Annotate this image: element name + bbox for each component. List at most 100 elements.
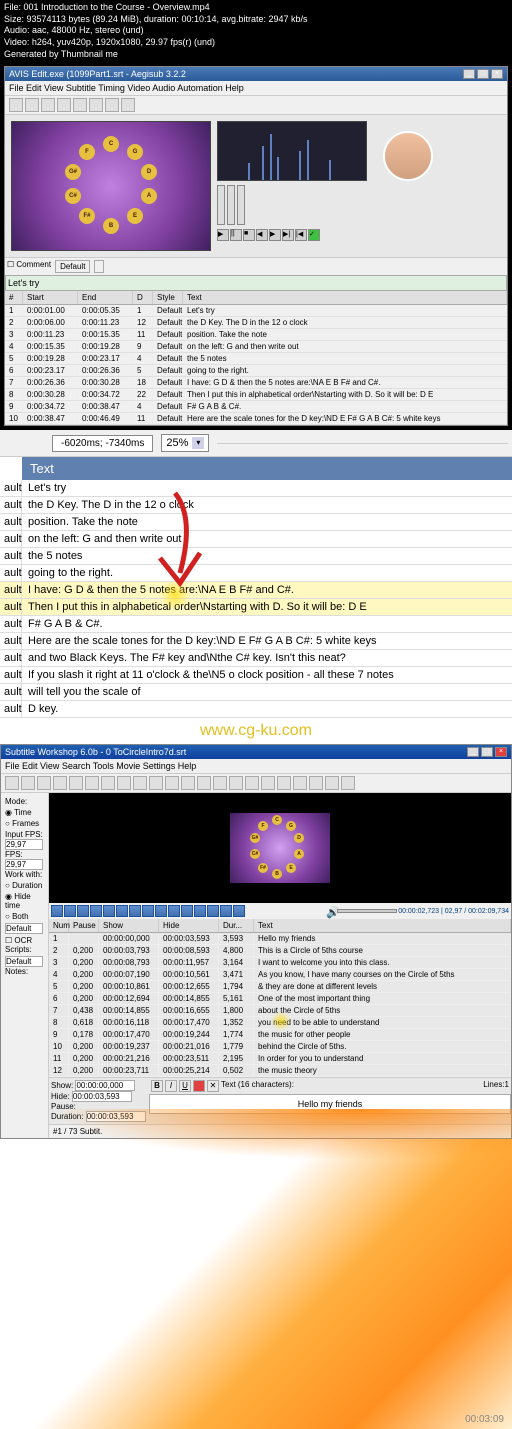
toolbar-button[interactable] — [9, 98, 23, 112]
control-button[interactable] — [194, 905, 206, 917]
text-row[interactable]: aultthe D Key. The D in the 12 o clock — [0, 497, 512, 514]
sw-subtitle-row[interactable]: 20,20000:00:03,79300:00:08,5934,800This … — [49, 945, 511, 957]
comment-checkbox[interactable]: ☐ Comment — [7, 260, 51, 273]
both-radio[interactable]: ○ Both — [5, 912, 44, 921]
volume-slider[interactable] — [337, 909, 397, 913]
open-button[interactable] — [21, 776, 35, 790]
play-button[interactable]: ▶ — [217, 229, 229, 241]
new-button[interactable] — [5, 776, 19, 790]
zoom-select[interactable]: 25% ▾ — [161, 434, 209, 452]
text-row[interactable]: aultIf you slash it right at 11 o'clock … — [0, 667, 512, 684]
prev-button[interactable]: ◀ — [256, 229, 268, 241]
text-row[interactable]: aultwill tell you the scale of — [0, 684, 512, 701]
toolbar-button[interactable] — [121, 98, 135, 112]
maximize-button[interactable]: □ — [481, 747, 493, 757]
subtitle-row[interactable]: 50:00:19.280:00:23.174Defaultthe 5 notes — [5, 353, 507, 365]
waveform-display[interactable] — [218, 122, 366, 180]
sw-subtitle-row[interactable]: 80,61800:00:16,11800:00:17,4701,352you n… — [49, 1017, 511, 1029]
fps-field[interactable] — [5, 859, 43, 870]
toolbar-button[interactable] — [277, 776, 291, 790]
sw-subtitle-row[interactable]: 50,20000:00:10,86100:00:12,6551,794& the… — [49, 981, 511, 993]
pause-button[interactable]: || — [230, 229, 242, 241]
hide-radio[interactable]: ◉ Hide time — [5, 892, 44, 910]
clear-button[interactable]: ✕ — [207, 1080, 219, 1092]
skip-button[interactable]: |◀ — [295, 229, 307, 241]
underline-button[interactable]: U — [179, 1080, 191, 1092]
close-button[interactable]: × — [495, 747, 507, 757]
subtitle-row[interactable]: 70:00:26.360:00:30.2818DefaultI have: G … — [5, 377, 507, 389]
settings-button[interactable] — [245, 776, 259, 790]
text-row[interactable]: aultD key. — [0, 701, 512, 718]
text-row[interactable]: aultF# G A B & C#. — [0, 616, 512, 633]
toolbar-button[interactable] — [341, 776, 355, 790]
toolbar-button[interactable] — [41, 98, 55, 112]
control-button[interactable] — [142, 905, 154, 917]
frames-radio[interactable]: ○ Frames — [5, 819, 44, 828]
save-button[interactable] — [37, 776, 51, 790]
volume-icon[interactable]: 🔊 — [326, 906, 336, 916]
prev-sub-button[interactable] — [116, 905, 128, 917]
ocr-select[interactable] — [5, 956, 43, 967]
text-row[interactable]: aultThen I put this in alphabetical orde… — [0, 599, 512, 616]
sw-subtitle-row[interactable]: 120,20000:00:23,71100:00:25,2140,502the … — [49, 1065, 511, 1077]
toolbar-button[interactable] — [261, 776, 275, 790]
bold-button[interactable]: B — [151, 1080, 163, 1092]
sw-subtitle-row[interactable]: 100:00:00,00000:00:03,5933,593Hello my f… — [49, 933, 511, 945]
text-row[interactable]: aultthe 5 notes — [0, 548, 512, 565]
sw-menubar[interactable]: File Edit View Search Tools Movie Settin… — [1, 759, 511, 774]
toolbar-button[interactable] — [57, 98, 71, 112]
show-time-input[interactable] — [75, 1080, 135, 1091]
control-button[interactable] — [220, 905, 232, 917]
sw-subtitle-row[interactable]: 90,17800:00:17,47000:00:19,2441,774the m… — [49, 1029, 511, 1041]
vertical-slider[interactable] — [217, 185, 225, 225]
aegisub-menubar[interactable]: File Edit View Subtitle Timing Video Aud… — [5, 81, 507, 96]
toolbar-button[interactable] — [197, 776, 211, 790]
text-row[interactable]: aultand two Black Keys. The F# key and\N… — [0, 650, 512, 667]
toolbar-button[interactable] — [53, 776, 67, 790]
main-video-preview[interactable]: C G D A E B F# C# G# F — [11, 121, 211, 251]
input-fps-field[interactable] — [5, 839, 43, 850]
undo-button[interactable] — [133, 776, 147, 790]
text-row[interactable]: aulton the left: G and then write out — [0, 531, 512, 548]
toolbar-button[interactable] — [101, 776, 115, 790]
pause-button[interactable] — [64, 905, 76, 917]
minimize-button[interactable]: _ — [467, 747, 479, 757]
text-row[interactable]: aultLet's try — [0, 480, 512, 497]
subtitle-row[interactable]: 30:00:11.230:00:15.3511Defaultposition. … — [5, 329, 507, 341]
toolbar-button[interactable] — [325, 776, 339, 790]
sw-subtitle-row[interactable]: 40,20000:00:07,19000:00:10,5613,471As yo… — [49, 969, 511, 981]
toolbar-button[interactable] — [309, 776, 323, 790]
toolbar-button[interactable] — [25, 98, 39, 112]
subtitle-row[interactable]: 20:00:06.000:00:11.2312Defaultthe D Key.… — [5, 317, 507, 329]
toolbar-button[interactable] — [165, 776, 179, 790]
control-button[interactable] — [181, 905, 193, 917]
next-sub-button[interactable] — [129, 905, 141, 917]
stop-button[interactable]: ■ — [243, 229, 255, 241]
toolbar-button[interactable] — [293, 776, 307, 790]
subtitle-row[interactable]: 60:00:23.170:00:26.365Defaultgoing to th… — [5, 365, 507, 377]
subtitle-row[interactable]: 10:00:01.000:00:05.351DefaultLet's try — [5, 305, 507, 317]
sw-subtitle-row[interactable]: 70,43800:00:14,85500:00:16,6551,800about… — [49, 1005, 511, 1017]
dropdown-arrow-icon[interactable]: ▾ — [192, 437, 204, 449]
style-select[interactable]: Default — [55, 260, 90, 273]
vertical-slider[interactable] — [227, 185, 235, 225]
sw-subtitle-row[interactable]: 100,20000:00:19,23700:00:21,0161,779behi… — [49, 1041, 511, 1053]
hide-time-input[interactable] — [72, 1091, 132, 1102]
toolbar-button[interactable] — [105, 98, 119, 112]
text-row[interactable]: aultgoing to the right. — [0, 565, 512, 582]
control-button[interactable] — [155, 905, 167, 917]
sw-subtitle-row[interactable]: 60,20000:00:12,69400:00:14,8555,161One o… — [49, 993, 511, 1005]
duration-radio[interactable]: ○ Duration — [5, 881, 44, 890]
redo-button[interactable] — [149, 776, 163, 790]
text-row[interactable]: aultposition. Take the note — [0, 514, 512, 531]
sw-subtitle-row[interactable]: 110,20000:00:21,21600:00:23,5112,195In o… — [49, 1053, 511, 1065]
toolbar-button[interactable] — [181, 776, 195, 790]
color-button[interactable] — [193, 1080, 205, 1092]
subtitle-row[interactable]: 80:00:30.280:00:34.7222DefaultThen I put… — [5, 389, 507, 401]
toolbar-button[interactable] — [73, 98, 87, 112]
subtitle-edit-box[interactable]: Let's try — [5, 275, 507, 291]
toolbar-button[interactable] — [117, 776, 131, 790]
subtitle-row[interactable]: 90:00:34.720:00:38.474DefaultF# G A B & … — [5, 401, 507, 413]
toolbar-button[interactable] — [89, 98, 103, 112]
control-button[interactable] — [207, 905, 219, 917]
